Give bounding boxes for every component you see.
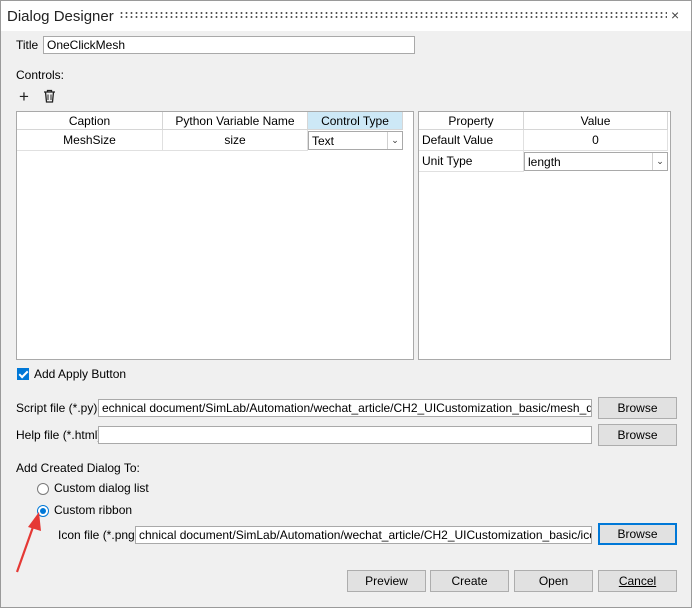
plus-icon[interactable]: + <box>19 88 29 105</box>
controls-label: Controls: <box>16 68 65 82</box>
script-file-input[interactable]: echnical document/SimLab/Automation/wech… <box>98 399 592 417</box>
cancel-button[interactable]: Cancel <box>598 570 677 592</box>
add-apply-checkbox[interactable] <box>17 368 29 380</box>
title-bar[interactable]: Dialog Designer × <box>1 1 691 31</box>
create-button[interactable]: Create <box>430 570 509 592</box>
script-file-label: Script file (*.py) <box>16 401 98 415</box>
preview-button[interactable]: Preview <box>347 570 426 592</box>
title-input[interactable]: OneClickMesh <box>43 36 415 54</box>
table-cell-variable[interactable]: size <box>163 130 308 151</box>
property-cell-default-value: Default Value <box>419 130 524 151</box>
add-to-label: Add Created Dialog To: <box>16 461 140 475</box>
help-browse-button[interactable]: Browse <box>598 424 677 446</box>
control-type-value: Text <box>312 134 335 148</box>
column-header-caption[interactable]: Caption <box>17 112 163 130</box>
unit-type-select[interactable]: length ⌄ <box>524 152 668 171</box>
default-value-cell[interactable]: 0 <box>524 130 668 151</box>
custom-ribbon-label: Custom ribbon <box>54 503 133 517</box>
table-cell-caption[interactable]: MeshSize <box>17 130 163 151</box>
dialog-designer-window: Dialog Designer × Title OneClickMesh Con… <box>0 0 692 608</box>
close-icon[interactable]: × <box>671 7 679 23</box>
window-title: Dialog Designer <box>7 8 114 25</box>
icon-file-label: Icon file (*.png) <box>58 528 139 542</box>
chevron-down-icon[interactable]: ⌄ <box>387 132 402 149</box>
custom-dialog-list-label: Custom dialog list <box>54 481 149 495</box>
custom-dialog-list-radio[interactable] <box>37 483 49 495</box>
add-apply-label: Add Apply Button <box>34 367 127 381</box>
icon-file-input[interactable]: chnical document/SimLab/Automation/wecha… <box>135 526 592 544</box>
unit-type-value: length <box>528 155 561 169</box>
annotation-arrow-icon <box>15 512 41 573</box>
trash-icon[interactable] <box>43 89 56 106</box>
icon-browse-button[interactable]: Browse <box>598 523 677 545</box>
column-header-value[interactable]: Value <box>524 112 668 130</box>
column-header-property[interactable]: Property <box>419 112 524 130</box>
chevron-down-icon[interactable]: ⌄ <box>652 153 667 170</box>
controls-table: Caption Python Variable Name Control Typ… <box>16 111 414 360</box>
help-file-label: Help file (*.html) <box>16 428 102 442</box>
property-cell-unit-type: Unit Type <box>419 151 524 172</box>
open-button[interactable]: Open <box>514 570 593 592</box>
title-label: Title <box>16 38 39 52</box>
column-header-control-type[interactable]: Control Type <box>308 112 403 130</box>
column-header-python-variable[interactable]: Python Variable Name <box>163 112 308 130</box>
control-type-select[interactable]: Text ⌄ <box>308 131 403 150</box>
drag-grip[interactable] <box>119 11 667 18</box>
help-file-input[interactable] <box>98 426 592 444</box>
script-browse-button[interactable]: Browse <box>598 397 677 419</box>
properties-table: Property Value Default Value 0 Unit Type… <box>418 111 671 360</box>
